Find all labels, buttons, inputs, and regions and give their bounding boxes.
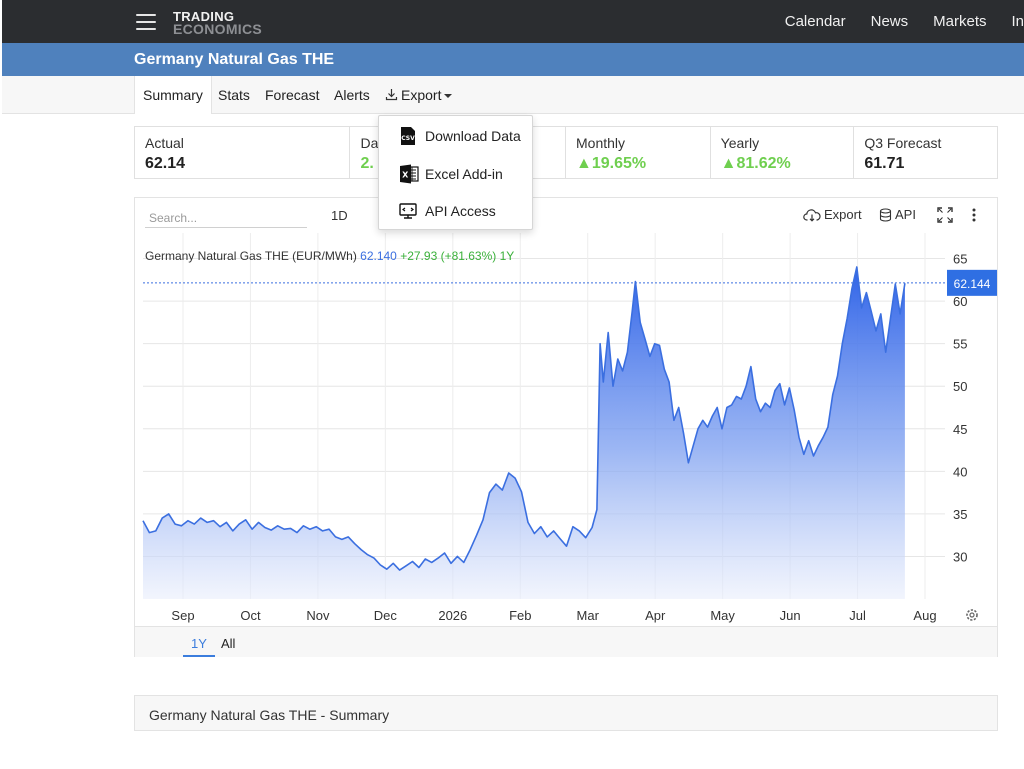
series-area bbox=[143, 267, 905, 599]
y-tick-label: 55 bbox=[953, 337, 967, 352]
nav-link-news[interactable]: News bbox=[871, 13, 909, 30]
y-tick-label: 45 bbox=[953, 422, 967, 437]
api-button[interactable]: API bbox=[879, 207, 916, 222]
nav-links: Calendar News Markets In bbox=[760, 0, 1024, 43]
y-tick-label: 50 bbox=[953, 379, 967, 394]
database-icon bbox=[879, 207, 892, 222]
range-1d-button[interactable]: 1D bbox=[331, 208, 348, 223]
x-tick-label: May bbox=[710, 608, 735, 623]
tab-export[interactable]: Export bbox=[385, 76, 453, 114]
menu-item-label: API Access bbox=[425, 203, 496, 219]
more-options-button[interactable] bbox=[971, 207, 980, 223]
chart-header-last: 62.140 bbox=[360, 249, 400, 263]
export-dropdown-menu: CSV Download Data X Excel Add-in API Acc… bbox=[378, 115, 533, 230]
hamburger-menu-icon[interactable] bbox=[136, 14, 156, 30]
chart-panel: 1D Export API 30 35 40 45 50 55 60 65 Sep Oct Nov D… bbox=[134, 197, 998, 657]
tab-alerts[interactable]: Alerts bbox=[334, 76, 370, 114]
nav-link-markets[interactable]: Markets bbox=[933, 13, 986, 30]
stats-row: Actual 62.14 Da 2. Monthly ▲19.65% Yearl… bbox=[134, 126, 998, 179]
x-tick-label: Aug bbox=[913, 608, 936, 623]
stat-value: ▲81.62% bbox=[720, 155, 791, 172]
range-1y-tab[interactable]: 1Y bbox=[183, 636, 215, 657]
tabs-row: Summary Stats Forecast Alerts Export bbox=[2, 76, 1024, 114]
chart-header-period: 1Y bbox=[500, 249, 515, 263]
y-tick-label: 60 bbox=[953, 294, 967, 309]
menu-item-download-data[interactable]: CSV Download Data bbox=[379, 118, 534, 154]
stat-label: Q3 Forecast bbox=[864, 135, 942, 151]
chart-header-name: Germany Natural Gas THE (EUR/MWh) bbox=[145, 249, 360, 263]
download-icon bbox=[385, 89, 398, 101]
stat-value: ▲19.65% bbox=[576, 155, 647, 172]
menu-item-excel-addin[interactable]: X Excel Add-in bbox=[379, 156, 534, 192]
nav-link-calendar[interactable]: Calendar bbox=[785, 13, 846, 30]
stat-actual: Actual 62.14 bbox=[135, 127, 351, 178]
tab-forecast[interactable]: Forecast bbox=[265, 76, 319, 114]
x-tick-label: Nov bbox=[306, 608, 330, 623]
svg-text:CSV: CSV bbox=[401, 135, 415, 142]
svg-text:X: X bbox=[402, 171, 409, 180]
summary-section-header: Germany Natural Gas THE - Summary bbox=[134, 695, 998, 731]
excel-icon: X bbox=[400, 164, 419, 184]
price-chart[interactable]: 30 35 40 45 50 55 60 65 Sep Oct Nov Dec 2026 Feb Mar Ap… bbox=[135, 233, 997, 626]
page-title: Germany Natural Gas THE bbox=[134, 51, 335, 68]
x-tick-label: Mar bbox=[577, 608, 600, 623]
tab-export-label: Export bbox=[401, 87, 442, 103]
stat-forecast: Q3 Forecast 61.71 bbox=[854, 127, 997, 178]
y-tick-label: 40 bbox=[953, 464, 967, 479]
settings-gear-icon[interactable] bbox=[966, 609, 978, 621]
last-price-tag-label: 62.144 bbox=[954, 277, 991, 291]
nav-link-truncated[interactable]: In bbox=[1011, 13, 1024, 30]
x-tick-label: Apr bbox=[645, 608, 666, 623]
tab-stats[interactable]: Stats bbox=[218, 76, 250, 114]
logo-text-bottom: ECONOMICS bbox=[173, 21, 263, 37]
summary-title: Germany Natural Gas THE - Summary bbox=[149, 707, 390, 723]
range-all-tab[interactable]: All bbox=[221, 636, 235, 651]
x-tick-label: Jul bbox=[849, 608, 866, 623]
fullscreen-button[interactable] bbox=[937, 207, 956, 223]
fullscreen-icon bbox=[937, 207, 953, 223]
stat-label: Yearly bbox=[720, 135, 760, 151]
top-navbar: TRADING ECONOMICS Calendar News Markets … bbox=[2, 0, 1024, 43]
export-chart-button[interactable]: Export bbox=[803, 207, 862, 222]
x-tick-label: Sep bbox=[171, 608, 194, 623]
stat-yearly: Yearly ▲81.62% bbox=[711, 127, 855, 178]
x-tick-label: 2026 bbox=[438, 608, 467, 623]
tab-summary[interactable]: Summary bbox=[134, 76, 212, 114]
y-tick-label: 35 bbox=[953, 507, 967, 522]
x-tick-label: Oct bbox=[240, 608, 261, 623]
export-chart-label: Export bbox=[824, 207, 862, 222]
page-title-bar: Germany Natural Gas THE bbox=[2, 43, 1024, 76]
stat-label: Monthly bbox=[576, 135, 626, 151]
stat-label: Actual bbox=[145, 135, 184, 151]
stat-monthly: Monthly ▲19.65% bbox=[566, 127, 711, 178]
browser-page: TRADING ECONOMICS Calendar News Markets … bbox=[2, 0, 1024, 769]
site-logo[interactable]: TRADING ECONOMICS bbox=[173, 10, 262, 36]
chart-range-tabs: 1Y All bbox=[135, 626, 997, 657]
menu-item-label: Excel Add-in bbox=[425, 166, 503, 182]
chart-header-change: +27.93 (+81.63%) bbox=[400, 249, 499, 263]
x-tick-label: Dec bbox=[374, 608, 398, 623]
kebab-menu-icon bbox=[972, 208, 976, 222]
x-tick-label: Jun bbox=[780, 608, 801, 623]
search-input[interactable] bbox=[145, 208, 307, 228]
stat-value: 62.14 bbox=[145, 155, 186, 172]
api-label: API bbox=[895, 207, 916, 222]
api-screen-icon bbox=[399, 203, 417, 219]
menu-item-api-access[interactable]: API Access bbox=[379, 193, 534, 229]
cloud-download-icon bbox=[803, 208, 821, 222]
x-tick-label: Feb bbox=[509, 608, 531, 623]
stat-value: 61.71 bbox=[864, 155, 905, 172]
csv-file-icon: CSV bbox=[401, 127, 415, 145]
y-tick-label: 65 bbox=[953, 252, 967, 267]
caret-down-icon bbox=[444, 94, 453, 99]
chart-header-text: Germany Natural Gas THE (EUR/MWh) 62.140… bbox=[145, 249, 514, 263]
y-tick-label: 30 bbox=[953, 549, 967, 564]
menu-item-label: Download Data bbox=[425, 128, 521, 144]
